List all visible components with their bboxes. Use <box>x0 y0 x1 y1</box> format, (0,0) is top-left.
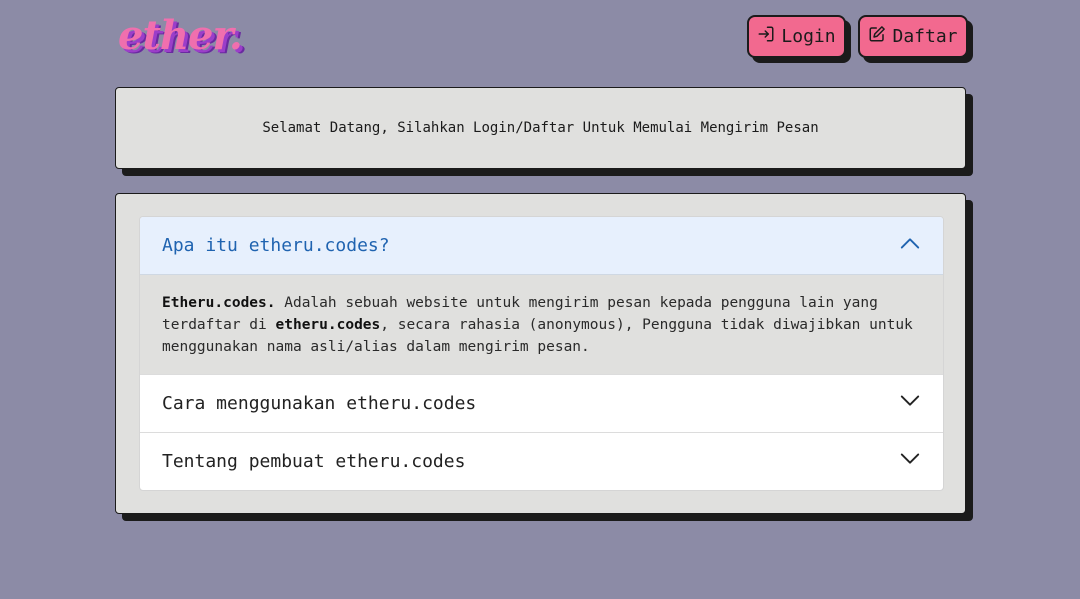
faq-item-title: Cara menggunakan etheru.codes <box>162 393 477 414</box>
chevron-up-icon <box>899 232 921 259</box>
welcome-text: Selamat Datang, Silahkan Login/Daftar Un… <box>262 120 819 136</box>
faq-accordion: Apa itu etheru.codes? Etheru.codes. Adal… <box>139 216 944 491</box>
faq-card: Apa itu etheru.codes? Etheru.codes. Adal… <box>115 193 966 514</box>
daftar-label: Daftar <box>892 26 958 47</box>
faq-item-1-body: Etheru.codes. Adalah sebuah website untu… <box>140 275 943 374</box>
edit-icon <box>868 25 886 48</box>
welcome-card: Selamat Datang, Silahkan Login/Daftar Un… <box>115 87 966 169</box>
daftar-button[interactable]: Daftar <box>858 15 968 58</box>
logo[interactable]: ether. <box>118 12 243 60</box>
faq-item-title: Apa itu etheru.codes? <box>162 235 390 256</box>
body-bold-1: Etheru.codes. <box>162 295 276 311</box>
page: ether. Login Daftar Selamat Datang, Sila… <box>0 0 1080 599</box>
body-bold-2: etheru.codes <box>275 317 381 333</box>
faq-item-title: Tentang pembuat etheru.codes <box>162 451 466 472</box>
chevron-down-icon <box>899 390 921 417</box>
chevron-down-icon <box>899 448 921 475</box>
login-button[interactable]: Login <box>747 15 846 58</box>
login-icon <box>757 25 775 48</box>
faq-item-2-header[interactable]: Cara menggunakan etheru.codes <box>140 374 943 432</box>
login-label: Login <box>781 26 836 47</box>
faq-item-3-header[interactable]: Tentang pembuat etheru.codes <box>140 432 943 490</box>
faq-item-1-header[interactable]: Apa itu etheru.codes? <box>140 217 943 275</box>
